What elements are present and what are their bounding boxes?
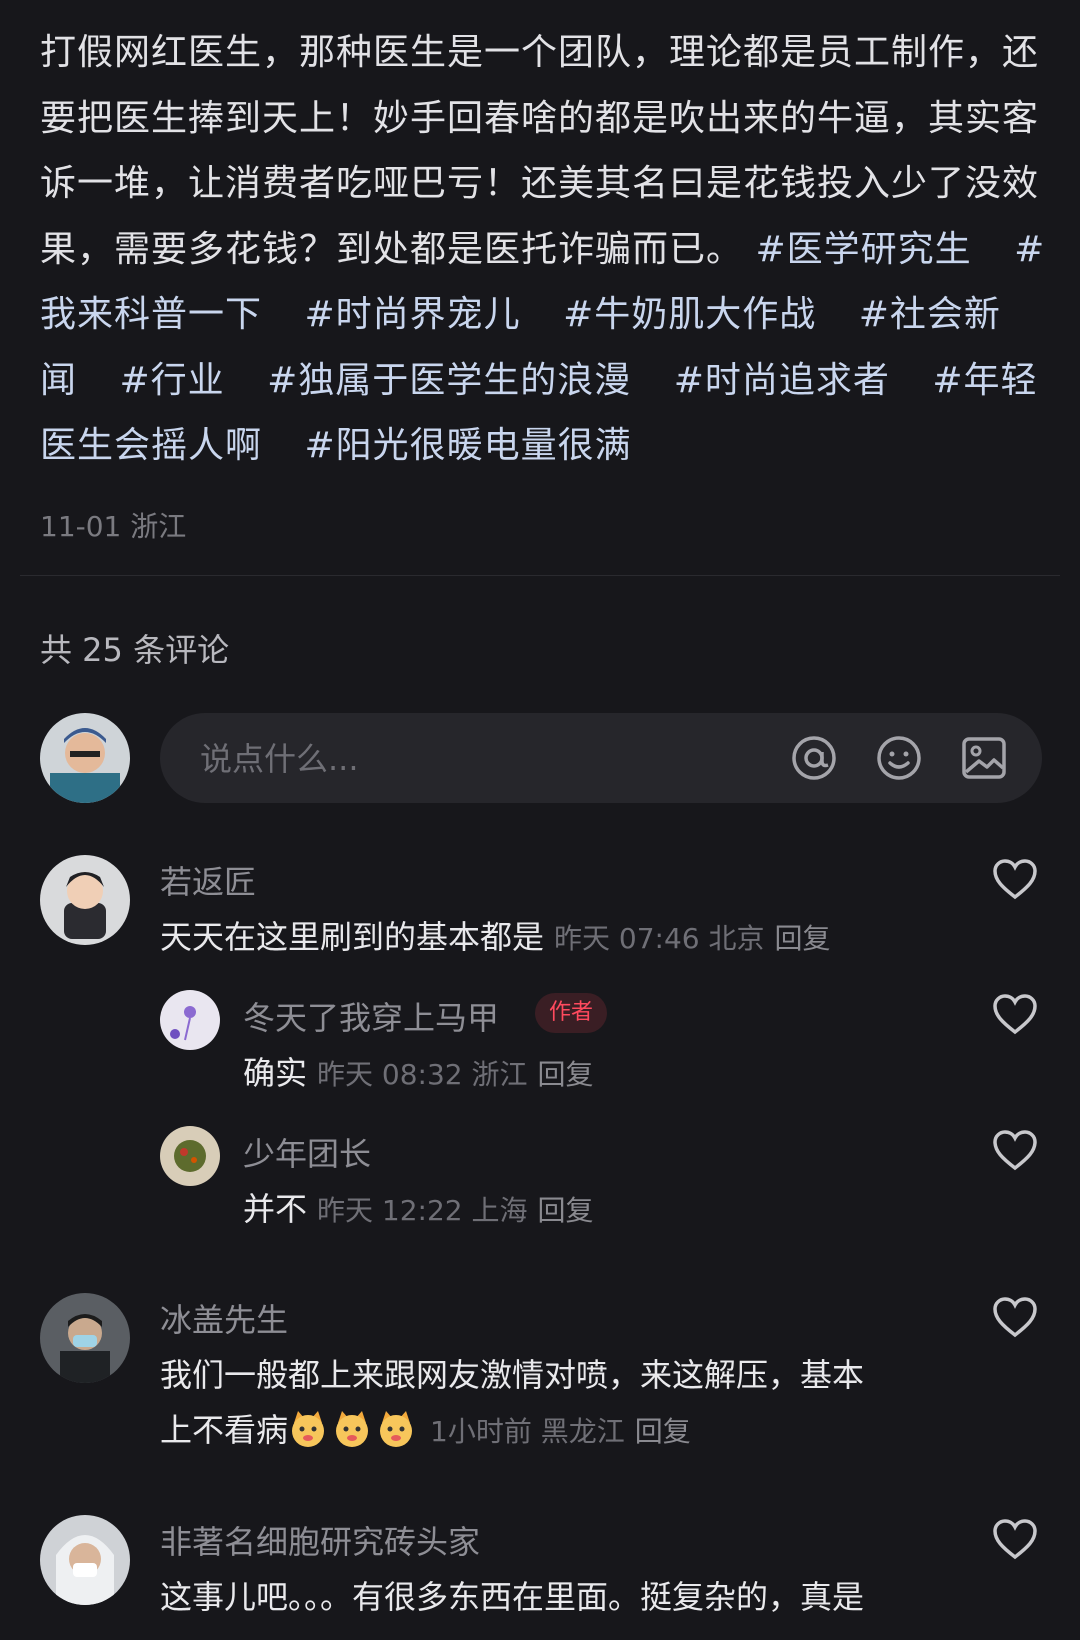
hashtag[interactable]: #行业 <box>119 360 224 401</box>
emoji-icon[interactable] <box>875 734 923 782</box>
comment-meta: 昨天 07:46 北京 <box>554 922 765 955</box>
reply-button[interactable]: 回复 <box>775 922 831 955</box>
hashtag[interactable]: #时尚追求者 <box>674 360 890 401</box>
cat-emoji-icon <box>380 1411 413 1447</box>
comment-username[interactable]: 少年团长 <box>243 1129 371 1175</box>
like-heart-icon[interactable] <box>992 993 1038 1035</box>
reply-button[interactable]: 回复 <box>538 1194 594 1227</box>
at-icon[interactable] <box>790 734 838 782</box>
post-date-location: 11-01 浙江 <box>40 510 187 543</box>
hashtag[interactable]: #时尚界宠儿 <box>304 294 520 335</box>
post-content: 打假网红医生，那种医生是一个团队，理论都是员工制作，还要把医生捧到天上！妙手回春… <box>40 20 1050 479</box>
comment-username[interactable]: 若返匠 <box>160 857 256 903</box>
hashtag[interactable]: #阳光很暖电量很满 <box>304 425 631 466</box>
comment-text-line2: 上不看病 1小时前 黑龙江 回复 <box>160 1411 691 1449</box>
image-icon[interactable] <box>960 734 1008 782</box>
like-heart-icon[interactable] <box>992 1518 1038 1560</box>
comment-input-bar <box>160 713 1042 805</box>
divider <box>20 575 1060 576</box>
avatar[interactable] <box>160 990 220 1050</box>
avatar[interactable] <box>40 1515 130 1605</box>
comment-text: 确实 昨天 08:32 浙江 回复 <box>243 1054 594 1092</box>
comment-username[interactable]: 非著名细胞研究砖头家 <box>160 1517 480 1563</box>
like-heart-icon[interactable] <box>992 858 1038 900</box>
cat-emoji-icon <box>292 1411 325 1447</box>
comment-text: 我们一般都上来跟网友激情对喷，来这解压，基本 <box>160 1356 865 1394</box>
comment-text: 天天在这里刷到的基本都是 昨天 07:46 北京 回复 <box>160 918 831 956</box>
comment-input[interactable] <box>160 713 762 805</box>
author-badge: 作者 <box>535 993 608 1033</box>
like-heart-icon[interactable] <box>992 1296 1038 1338</box>
avatar[interactable] <box>40 1293 130 1383</box>
hashtag[interactable]: #医学研究生 <box>755 229 971 270</box>
avatar[interactable] <box>160 1126 220 1186</box>
reply-button[interactable]: 回复 <box>635 1415 691 1448</box>
comment-username[interactable]: 冰盖先生 <box>160 1295 288 1341</box>
hashtag[interactable]: #独属于医学生的浪漫 <box>267 360 631 401</box>
hashtag[interactable]: #牛奶肌大作战 <box>563 294 816 335</box>
comment-count: 共 25 条评论 <box>40 631 230 669</box>
like-heart-icon[interactable] <box>992 1129 1038 1171</box>
cat-emoji-icon <box>336 1411 369 1447</box>
comment-meta: 1小时前 黑龙江 <box>430 1415 625 1448</box>
current-user-avatar[interactable] <box>40 713 130 803</box>
comment-meta: 昨天 08:32 浙江 <box>317 1058 528 1091</box>
comment-username[interactable]: 冬天了我穿上马甲 <box>243 993 499 1039</box>
comment-meta: 昨天 12:22 上海 <box>317 1194 528 1227</box>
reply-button[interactable]: 回复 <box>538 1058 594 1091</box>
comment-text: 并不 昨天 12:22 上海 回复 <box>243 1190 594 1228</box>
avatar[interactable] <box>40 855 130 945</box>
comment-text: 这事儿吧。。。有很多东西在里面。挺复杂的，真是 <box>160 1578 865 1616</box>
